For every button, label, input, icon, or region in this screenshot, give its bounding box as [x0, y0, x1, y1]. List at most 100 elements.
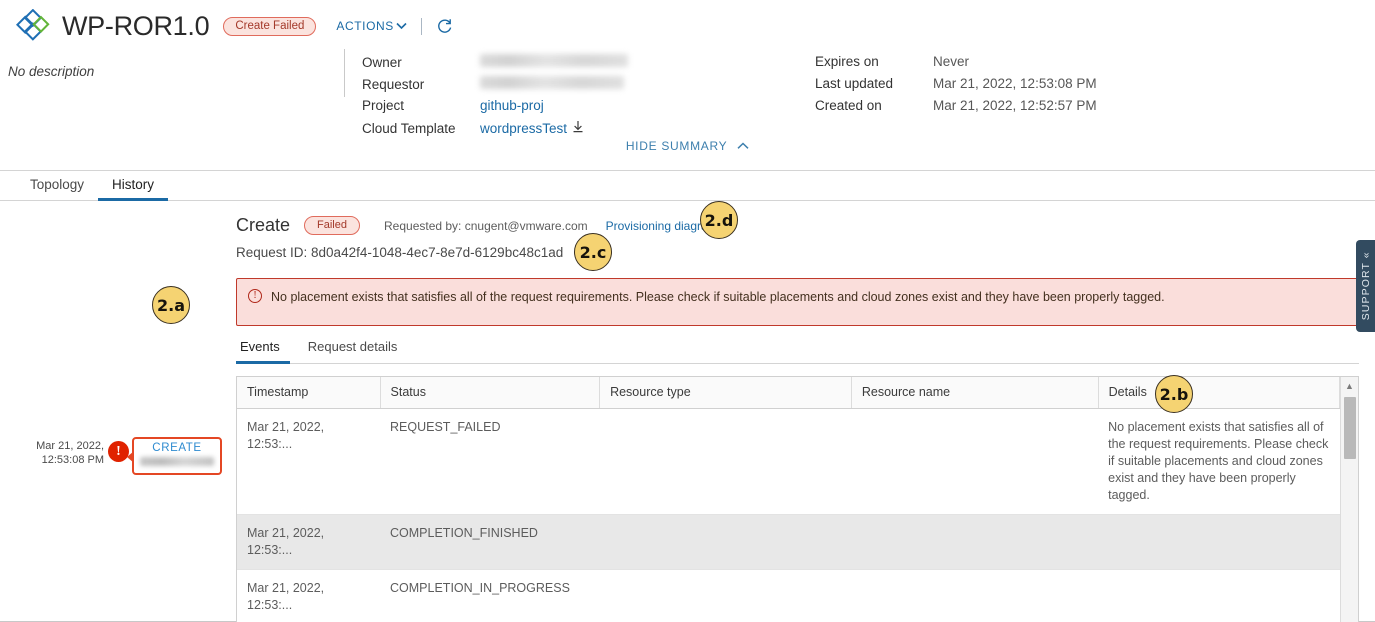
download-icon[interactable]	[572, 120, 584, 133]
error-banner: ! No placement exists that satisfies all…	[236, 278, 1359, 326]
timeline-card-subtitle-redacted	[140, 457, 214, 466]
detail-key: Created on	[815, 98, 882, 113]
summary-panel: No description Owner Requestor Project g…	[0, 44, 1375, 164]
timeline-timestamp-date: Mar 21, 2022,	[36, 440, 104, 452]
detail-value: Never	[933, 54, 970, 69]
cell-details	[1098, 569, 1340, 622]
detail-row-requestor: Requestor	[362, 76, 628, 98]
support-tab-label: SUPPORT	[1359, 262, 1372, 321]
timeline-card-label: CREATE	[152, 442, 202, 454]
events-table-body: Mar 21, 2022, 12:53:... REQUEST_FAILED N…	[237, 408, 1358, 622]
request-title: Create	[236, 215, 291, 235]
summary-divider	[344, 49, 345, 97]
deployment-logo-icon	[16, 9, 50, 41]
page-header: WP-ROR1.0 Create Failed ACTIONS No descr…	[0, 0, 1375, 170]
column-header-timestamp[interactable]: Timestamp	[237, 377, 381, 409]
events-table-container: Timestamp Status Resource type Resource …	[236, 376, 1359, 622]
summary-details-left: Owner Requestor Project github-proj Clou…	[362, 54, 628, 142]
column-header-resource-type[interactable]: Resource type	[599, 377, 852, 409]
callout-badge-2b: 2.b	[1155, 375, 1193, 413]
tab-topology[interactable]: Topology	[16, 171, 98, 201]
sub-tab-bar: Events Request details	[236, 339, 1359, 364]
table-row[interactable]: Mar 21, 2022, 12:53:... COMPLETION_IN_PR…	[237, 569, 1358, 622]
detail-row-project: Project github-proj	[362, 98, 628, 120]
detail-row-last-updated: Last updated Mar 21, 2022, 12:53:08 PM	[815, 76, 1097, 98]
refresh-button[interactable]	[436, 18, 453, 35]
request-id-text: Request ID: 8d0a42f4-1048-4ec7-8e7d-6129…	[236, 245, 564, 260]
detail-key: Last updated	[815, 76, 894, 91]
detail-value: Mar 21, 2022, 12:53:08 PM	[933, 76, 1097, 91]
timeline-timestamp-time: 12:53:08 PM	[41, 454, 104, 466]
detail-key: Requestor	[362, 77, 425, 92]
requested-by-text: Requested by: cnugent@vmware.com	[384, 218, 588, 233]
cell-timestamp: Mar 21, 2022, 12:53:...	[237, 408, 381, 515]
cell-resource-type	[599, 408, 852, 515]
error-info-icon: !	[248, 289, 262, 303]
project-link[interactable]: github-proj	[480, 98, 544, 113]
chevron-left-double-icon: «	[1359, 251, 1372, 259]
cell-resource-type	[599, 569, 852, 622]
cell-timestamp: Mar 21, 2022, 12:53:...	[237, 569, 381, 622]
cloud-template-link[interactable]: wordpressTest	[480, 121, 567, 136]
callout-badge-2a: 2.a	[152, 286, 190, 324]
cell-resource-name	[851, 408, 1099, 515]
hide-summary-label: HIDE SUMMARY	[625, 139, 728, 153]
table-row[interactable]: Mar 21, 2022, 12:53:... REQUEST_FAILED N…	[237, 408, 1358, 515]
column-header-resource-name[interactable]: Resource name	[850, 377, 1099, 409]
detail-row-expires-on: Expires on Never	[815, 54, 1097, 76]
cell-resource-name	[851, 514, 1099, 570]
detail-key: Cloud Template	[362, 121, 456, 136]
detail-key: Owner	[362, 55, 402, 70]
table-row[interactable]: Mar 21, 2022, 12:53:... COMPLETION_FINIS…	[237, 514, 1358, 570]
cell-timestamp: Mar 21, 2022, 12:53:...	[237, 514, 381, 570]
detail-value: Mar 21, 2022, 12:52:57 PM	[933, 98, 1097, 113]
detail-row-owner: Owner	[362, 54, 628, 76]
owner-value-redacted	[480, 54, 628, 67]
timeline-event-card[interactable]: CREATE	[127, 437, 222, 475]
cell-status: COMPLETION_FINISHED	[380, 514, 600, 570]
cell-details: No placement exists that satisfies all o…	[1098, 408, 1340, 515]
cell-status: REQUEST_FAILED	[380, 408, 600, 515]
callout-badge-2c: 2.c	[574, 233, 612, 271]
detail-key: Project	[362, 98, 405, 113]
timeline-column: Mar 21, 2022, 12:53:08 PM ! CREATE	[0, 201, 236, 601]
cell-status: COMPLETION_IN_PROGRESS	[380, 569, 600, 622]
status-badge: Create Failed	[223, 16, 317, 36]
events-table: Timestamp Status Resource type Resource …	[237, 377, 1358, 622]
main-tab-bar: Topology History	[0, 170, 1375, 201]
cell-resource-name	[851, 569, 1099, 622]
title-row: WP-ROR1.0 Create Failed ACTIONS	[0, 0, 1375, 44]
events-table-scrollbar[interactable]: ▲ ▼	[1340, 377, 1358, 622]
scroll-up-arrow-icon[interactable]: ▲	[1341, 379, 1358, 393]
request-status-badge: Failed	[304, 216, 360, 235]
support-tab-inner: SUPPORT «	[1360, 251, 1372, 320]
callout-badge-2d: 2.d	[700, 201, 738, 239]
tab-request-details[interactable]: Request details	[304, 339, 408, 364]
chevron-up-icon	[737, 142, 749, 149]
actions-menu-button[interactable]: ACTIONS	[336, 19, 407, 33]
error-exclamation-icon: !	[108, 441, 129, 462]
column-header-status[interactable]: Status	[379, 377, 600, 409]
timeline-timestamp: Mar 21, 2022, 12:53:08 PM	[22, 439, 104, 467]
hide-summary-toggle[interactable]: HIDE SUMMARY	[0, 139, 1375, 153]
page-title: WP-ROR1.0	[62, 10, 210, 41]
cell-details	[1098, 514, 1340, 570]
column-header-details[interactable]: Details	[1097, 377, 1340, 409]
tab-events[interactable]: Events	[236, 339, 290, 364]
description-text: No description	[8, 64, 95, 79]
error-banner-message: No placement exists that satisfies all o…	[271, 290, 1165, 304]
scrollbar-thumb[interactable]	[1344, 397, 1356, 459]
support-side-tab[interactable]: SUPPORT «	[1356, 240, 1375, 332]
cell-resource-type	[599, 514, 852, 570]
toolbar-divider	[420, 17, 422, 35]
tab-history[interactable]: History	[98, 171, 169, 201]
chevron-down-icon	[396, 22, 407, 30]
detail-key: Expires on	[815, 54, 879, 69]
actions-label: ACTIONS	[336, 19, 394, 33]
detail-row-created-on: Created on Mar 21, 2022, 12:52:57 PM	[815, 98, 1097, 120]
summary-details-right: Expires on Never Last updated Mar 21, 20…	[815, 54, 1097, 120]
request-header: Create Failed Requested by: cnugent@vmwa…	[236, 201, 1359, 236]
refresh-icon	[438, 18, 452, 33]
request-details-page: WP-ROR1.0 Create Failed ACTIONS No descr…	[0, 0, 1375, 622]
requestor-value-redacted	[480, 76, 624, 89]
